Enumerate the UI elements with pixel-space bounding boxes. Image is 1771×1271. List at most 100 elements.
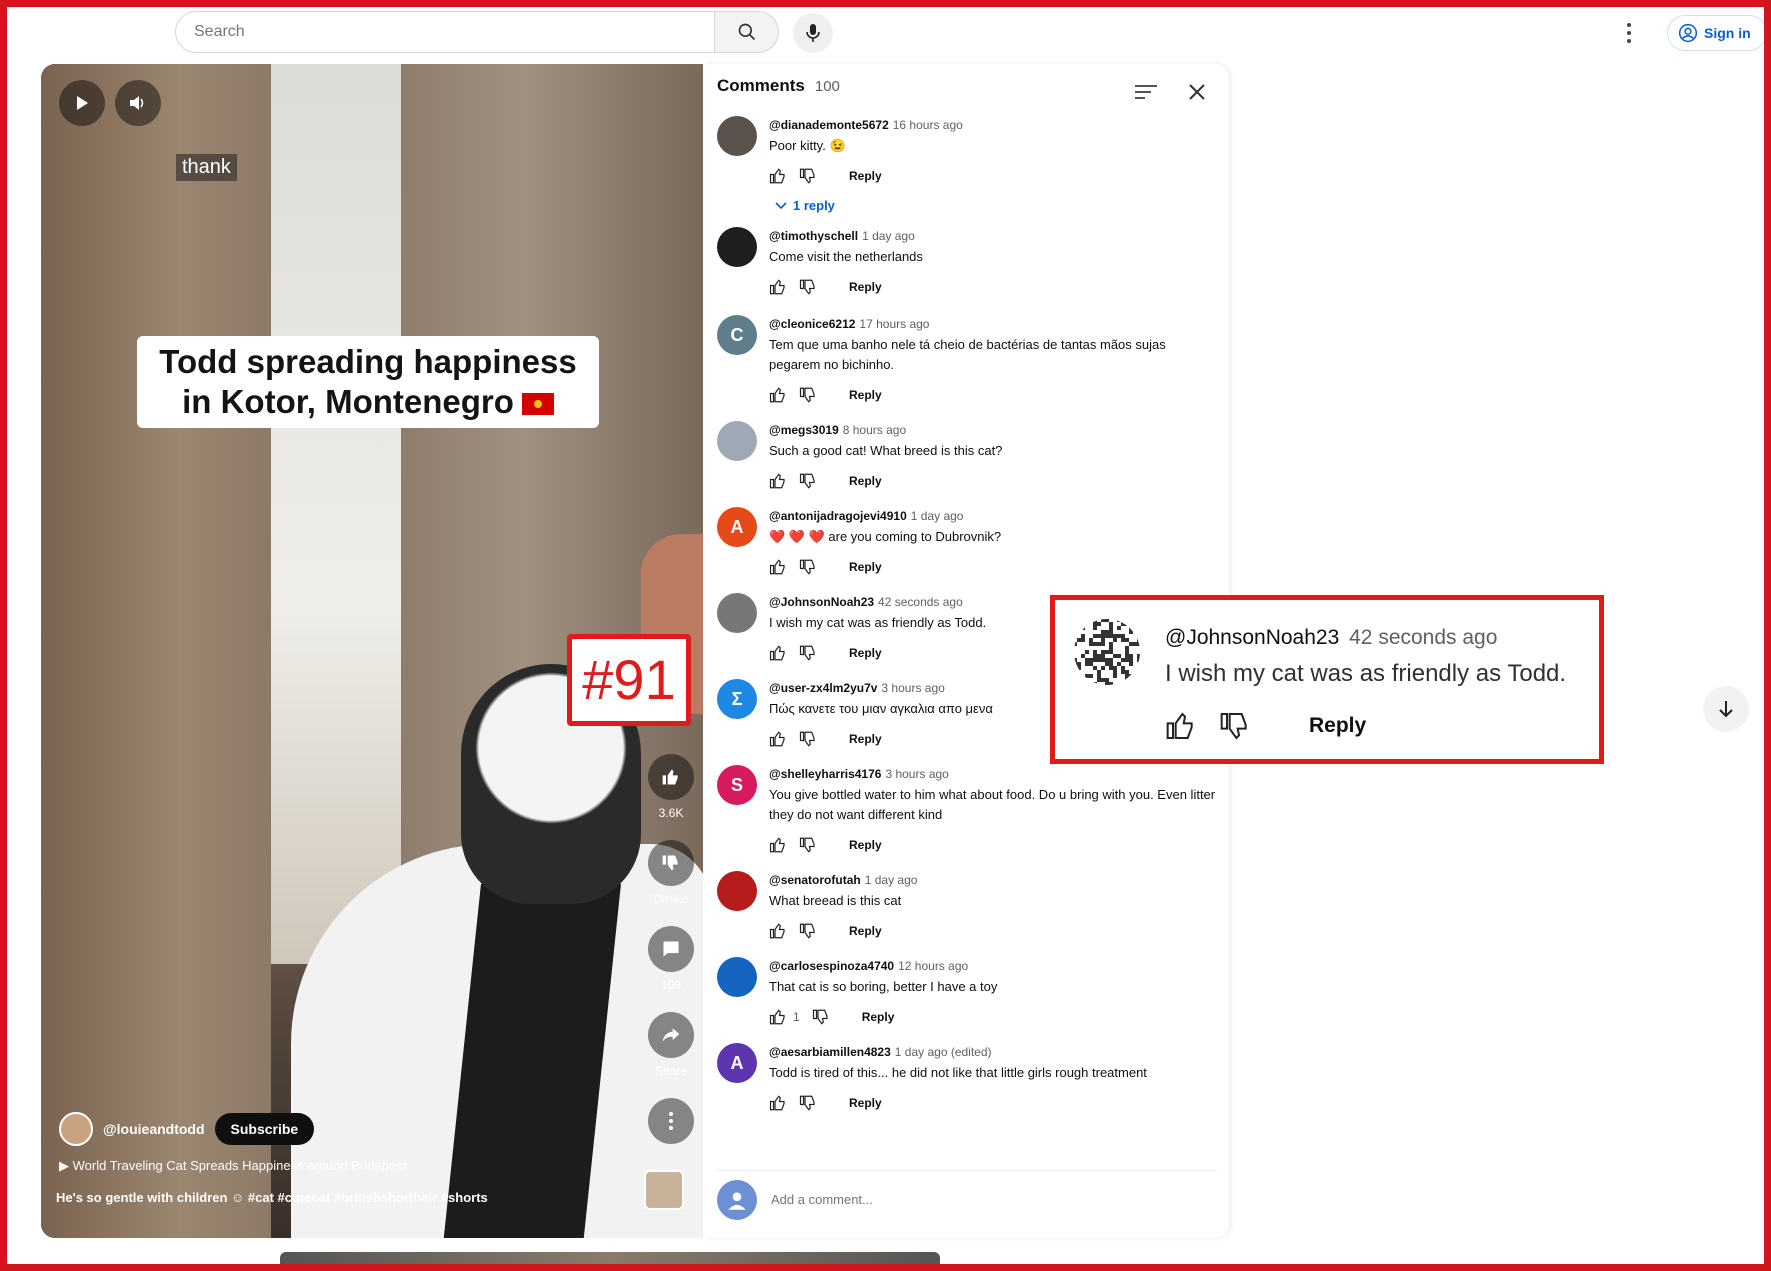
share-action[interactable]: Share	[648, 1012, 694, 1078]
comment-author[interactable]: @dianademonte5672	[769, 118, 889, 132]
thumbs-up-icon[interactable]	[769, 1094, 787, 1112]
like-action[interactable]: 3.6K	[648, 754, 694, 820]
thumbs-down-icon[interactable]	[1219, 710, 1251, 742]
thumbs-up-icon[interactable]	[769, 836, 787, 854]
search-input[interactable]	[176, 12, 676, 52]
thumbs-up-icon[interactable]	[1165, 710, 1197, 742]
commenter-avatar[interactable]	[717, 593, 757, 633]
thumbs-up-icon[interactable]	[769, 558, 787, 576]
arrow-down-icon	[1719, 701, 1733, 718]
reply-button[interactable]: Reply	[849, 838, 882, 852]
reply-button[interactable]: Reply	[849, 280, 882, 294]
comment-author[interactable]: @megs3019	[769, 423, 839, 437]
comment-item: A @aesarbiamillen4823 1 day ago (edited) To…	[717, 1043, 1217, 1115]
thumbs-down-icon[interactable]	[799, 558, 817, 576]
comment-timestamp: 3 hours ago	[881, 681, 945, 695]
comment-author[interactable]: @JohnsonNoah23	[1165, 626, 1339, 649]
commenter-avatar[interactable]	[1073, 618, 1141, 686]
sort-comments-button[interactable]	[1135, 78, 1163, 106]
settings-more-button[interactable]	[1619, 17, 1639, 49]
thumbs-up-icon[interactable]	[769, 386, 787, 404]
comment-action[interactable]: 100	[648, 926, 694, 992]
thumbs-up-icon[interactable]	[769, 1008, 787, 1026]
scroll-down-button[interactable]	[1703, 686, 1749, 732]
montenegro-flag-icon	[521, 393, 554, 416]
thumbs-up-icon[interactable]	[769, 730, 787, 748]
reply-button[interactable]: Reply	[849, 388, 882, 402]
comment-author[interactable]: @senatorofutah	[769, 873, 861, 887]
commenter-avatar[interactable]	[717, 421, 757, 461]
search-button[interactable]	[715, 11, 779, 53]
thumbs-down-icon[interactable]	[799, 278, 817, 296]
comment-author[interactable]: @antonijadragojevi4910	[769, 509, 907, 523]
thumbs-up-icon[interactable]	[769, 644, 787, 662]
comment-timestamp: 1 day ago (edited)	[894, 1045, 992, 1059]
commenter-avatar[interactable]: Σ	[717, 679, 757, 719]
like-icon	[662, 769, 678, 785]
thumbs-down-icon[interactable]	[812, 1008, 830, 1026]
dislike-icon	[662, 855, 678, 871]
reply-button[interactable]: Reply	[849, 169, 882, 183]
next-video-preview[interactable]	[280, 1252, 940, 1264]
reply-button[interactable]: Reply	[849, 1096, 882, 1110]
thumbs-up-icon[interactable]	[769, 922, 787, 940]
comment-timestamp: 42 seconds ago	[1349, 626, 1498, 649]
comment-timestamp: 12 hours ago	[898, 959, 969, 973]
play-button[interactable]	[59, 80, 105, 126]
comment-text: ❤️ ❤️ ❤️ are you coming to Dubrovnik?	[769, 529, 1002, 544]
mute-button[interactable]	[115, 80, 161, 126]
comment-author[interactable]: @shelleyharris4176	[769, 767, 881, 781]
reply-button[interactable]: Reply	[849, 646, 882, 660]
comment-author[interactable]: @timothyschell	[769, 229, 858, 243]
subscribe-button[interactable]: Subscribe	[214, 1113, 315, 1145]
search-box[interactable]	[175, 11, 715, 53]
thumbs-down-icon[interactable]	[799, 167, 817, 185]
comment-author[interactable]: @aesarbiamillen4823	[769, 1045, 891, 1059]
reply-button[interactable]: Reply	[849, 560, 882, 574]
thumbs-down-icon[interactable]	[799, 386, 817, 404]
thumbs-down-icon[interactable]	[799, 922, 817, 940]
audio-thumbnail[interactable]	[644, 1170, 684, 1210]
thumbs-down-icon[interactable]	[799, 730, 817, 748]
account-icon	[1678, 23, 1698, 43]
commenter-avatar[interactable]: S	[717, 765, 757, 805]
comment-author[interactable]: @carlosespinoza4740	[769, 959, 894, 973]
commenter-avatar[interactable]	[717, 871, 757, 911]
sign-in-button[interactable]: Sign in	[1667, 15, 1767, 51]
commenter-avatar[interactable]	[717, 957, 757, 997]
comment-item: @carlosespinoza4740 12 hours ago That cat …	[717, 957, 1217, 1029]
thumbs-up-icon[interactable]	[769, 167, 787, 185]
dislike-action[interactable]: Dislike	[648, 840, 694, 906]
voice-search-button[interactable]	[793, 13, 833, 53]
reply-button[interactable]: Reply	[849, 474, 882, 488]
commenter-avatar[interactable]	[717, 116, 757, 156]
comment-author[interactable]: @JohnsonNoah23	[769, 595, 874, 609]
thumbs-down-icon[interactable]	[799, 472, 817, 490]
thumbs-up-icon[interactable]	[769, 472, 787, 490]
channel-name[interactable]: @louieandtodd	[103, 1121, 205, 1137]
thumbs-down-icon[interactable]	[799, 836, 817, 854]
comment-author[interactable]: @user-zx4lm2yu7v	[769, 681, 877, 695]
reply-button[interactable]: Reply	[849, 924, 882, 938]
add-comment-input[interactable]	[771, 1192, 1171, 1207]
reply-button[interactable]: Reply	[1309, 714, 1366, 738]
reply-button[interactable]: Reply	[862, 1010, 895, 1024]
comment-timestamp: 17 hours ago	[859, 317, 930, 331]
comment-text: Such a good cat! What breed is this cat?	[769, 443, 1003, 458]
thumbs-up-icon[interactable]	[769, 278, 787, 296]
comment-author[interactable]: @cleonice6212	[769, 317, 855, 331]
thumbs-down-icon[interactable]	[799, 644, 817, 662]
channel-avatar[interactable]	[59, 1112, 93, 1146]
view-replies-button[interactable]: 1 reply	[775, 198, 1217, 213]
comment-timestamp: 16 hours ago	[892, 118, 963, 132]
commenter-avatar[interactable]: A	[717, 1043, 757, 1083]
thumbs-down-icon[interactable]	[799, 1094, 817, 1112]
commenter-avatar[interactable]: A	[717, 507, 757, 547]
commenter-avatar[interactable]: C	[717, 315, 757, 355]
comment-text: Poor kitty. 😉	[769, 138, 846, 153]
playlist-link[interactable]: ▶ World Traveling Cat Spreads Happiness …	[59, 1158, 406, 1174]
close-comments-button[interactable]	[1183, 78, 1211, 106]
more-action[interactable]	[648, 1098, 694, 1144]
reply-button[interactable]: Reply	[849, 732, 882, 746]
commenter-avatar[interactable]	[717, 227, 757, 267]
